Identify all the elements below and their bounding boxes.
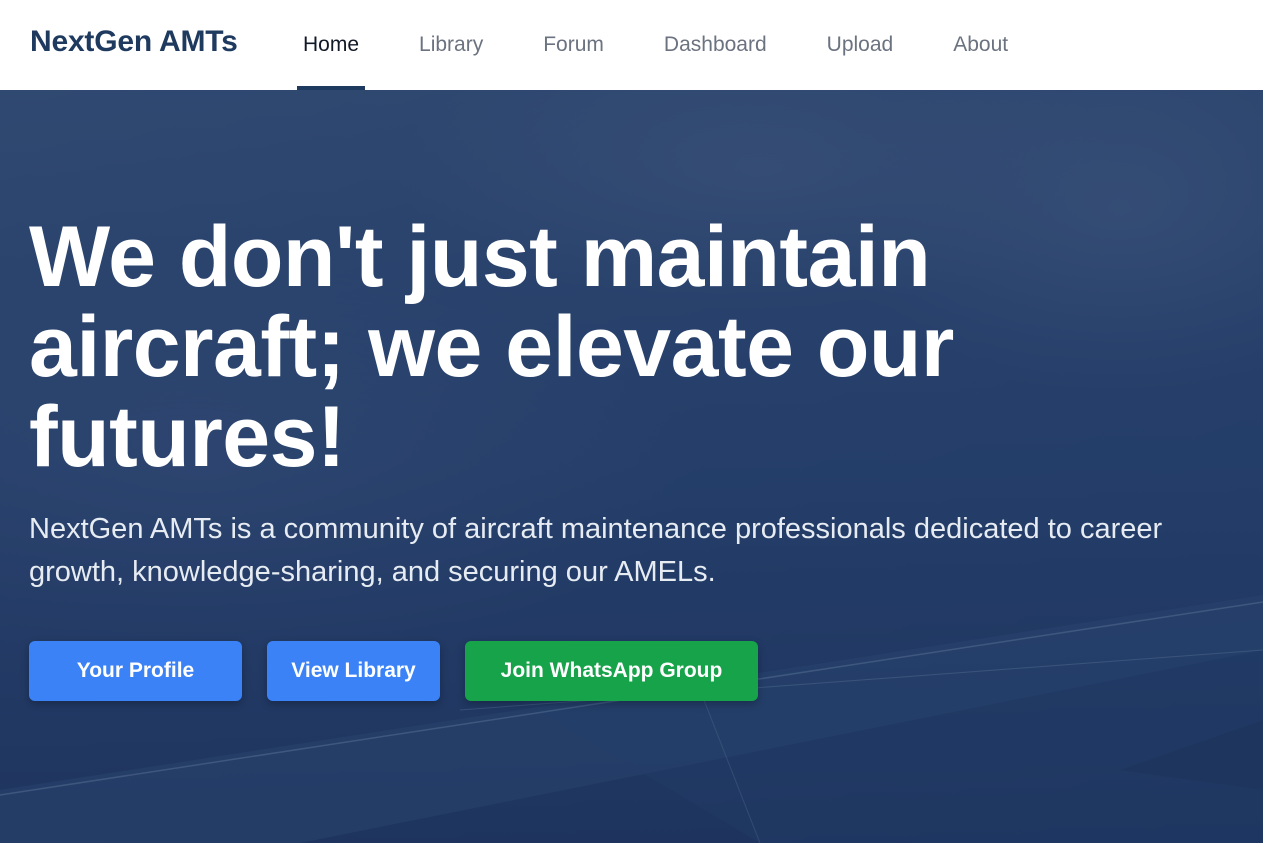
- nav-item-library[interactable]: Library: [413, 0, 489, 90]
- view-library-button[interactable]: View Library: [267, 641, 440, 701]
- nav-item-home[interactable]: Home: [297, 0, 366, 90]
- join-whatsapp-button[interactable]: Join WhatsApp Group: [465, 641, 758, 701]
- brand-logo-text[interactable]: NextGen AMTs: [30, 25, 238, 59]
- hero-section: We don't just maintain aircraft; we elev…: [0, 90, 1263, 843]
- nav-item-dashboard[interactable]: Dashboard: [658, 0, 773, 90]
- nav-item-about[interactable]: About: [947, 0, 1014, 90]
- nav-links: Home Library Forum Dashboard Upload Abou…: [297, 0, 1062, 90]
- nav-item-upload[interactable]: Upload: [821, 0, 900, 90]
- top-navbar: NextGen AMTs Home Library Forum Dashboar…: [0, 0, 1263, 90]
- your-profile-button[interactable]: Your Profile: [29, 641, 242, 701]
- nav-item-forum[interactable]: Forum: [537, 0, 610, 90]
- hero-description: NextGen AMTs is a community of aircraft …: [29, 513, 1163, 588]
- hero-headline: We don't just maintain aircraft; we elev…: [29, 209, 954, 485]
